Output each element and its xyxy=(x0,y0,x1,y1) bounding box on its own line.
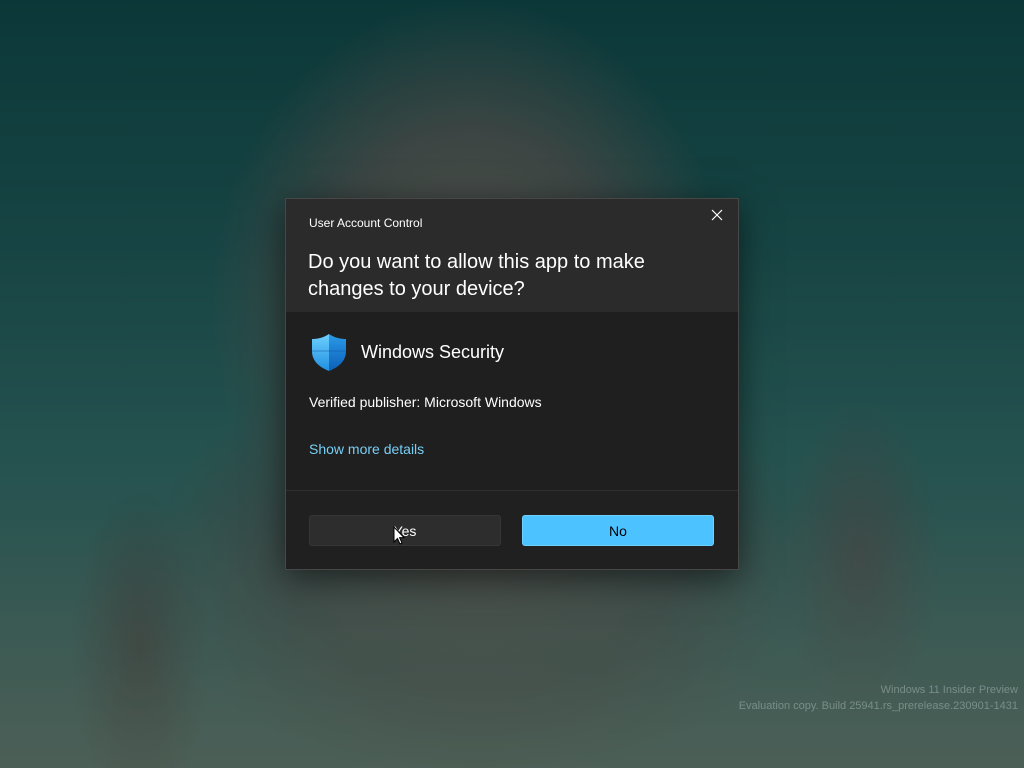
mouse-pointer-icon xyxy=(393,526,405,545)
dialog-title: User Account Control xyxy=(309,216,423,230)
desktop-wallpaper: Windows 11 Insider Preview Evaluation co… xyxy=(0,0,1024,768)
watermark-line-1: Windows 11 Insider Preview xyxy=(880,684,1018,696)
close-icon xyxy=(711,209,723,221)
uac-header: User Account Control Do you want to allo… xyxy=(286,199,738,312)
app-name: Windows Security xyxy=(361,341,505,362)
uac-body: Windows Security Verified publisher: Mic… xyxy=(286,312,738,490)
dialog-question: Do you want to allow this app to make ch… xyxy=(308,251,645,300)
uac-footer: Yes No xyxy=(286,490,738,569)
verified-publisher: Verified publisher: Microsoft Windows xyxy=(309,394,542,410)
show-more-details-link[interactable]: Show more details xyxy=(309,441,424,457)
watermark-line-2: Evaluation copy. Build 25941.rs_prerelea… xyxy=(738,700,1018,712)
windows-security-shield-icon xyxy=(312,334,346,371)
app-info-row: Windows Security xyxy=(310,332,504,372)
yes-button[interactable]: Yes xyxy=(309,515,501,546)
uac-dialog: User Account Control Do you want to allo… xyxy=(285,198,739,570)
no-button[interactable]: No xyxy=(522,515,714,546)
evaluation-watermark: Windows 11 Insider Preview Evaluation co… xyxy=(739,682,1018,714)
close-button[interactable] xyxy=(702,203,732,227)
